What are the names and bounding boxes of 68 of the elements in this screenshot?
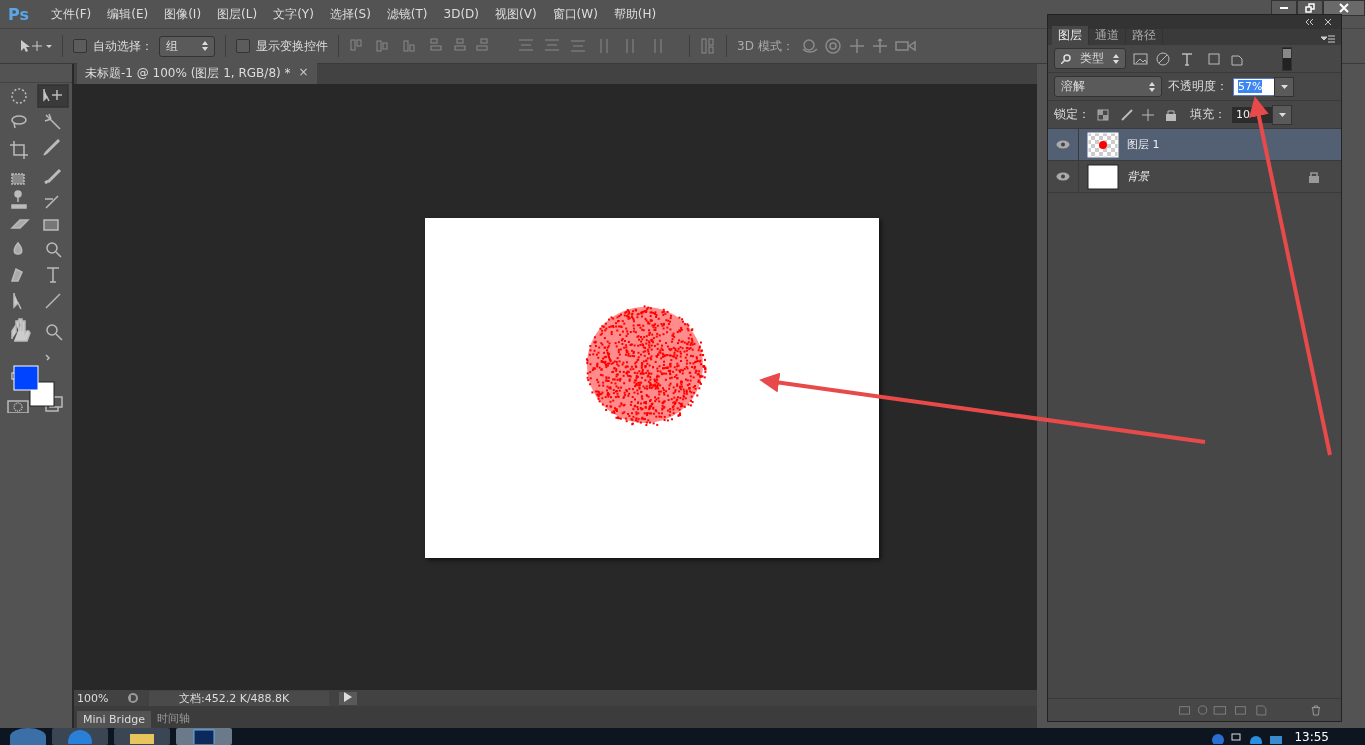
- layer-row[interactable]: 背景: [1048, 161, 1341, 193]
- mode-3d-label: 3D 模式：: [737, 37, 794, 55]
- layer-thumbnail: [1087, 163, 1119, 190]
- globe-icon: [65, 728, 95, 744]
- checkbox[interactable]: [73, 39, 87, 53]
- menu-item[interactable]: 文字(Y): [265, 5, 322, 23]
- app-logo: Ps: [7, 4, 30, 24]
- layer-thumbnail: [1087, 131, 1119, 158]
- minimize-icon: [1280, 7, 1288, 9]
- menu-item[interactable]: 视图(V): [487, 5, 545, 23]
- menu-item[interactable]: 图像(I): [156, 5, 210, 23]
- panel-tab[interactable]: 时间轴: [150, 709, 196, 728]
- up-down-arrows-icon: [1149, 81, 1155, 92]
- status-icon[interactable]: [127, 692, 139, 704]
- blend-mode-dropdown[interactable]: 溶解: [1054, 76, 1162, 97]
- menu-item[interactable]: 图层(L): [209, 5, 266, 23]
- panel-tab[interactable]: 路径: [1126, 26, 1163, 45]
- status-menu-button[interactable]: [339, 691, 357, 705]
- panel-tab[interactable]: Mini Bridge: [77, 711, 151, 728]
- menu-item[interactable]: 帮助(H): [605, 5, 665, 23]
- dropdown-button[interactable]: [1272, 104, 1292, 125]
- color-swatches-drawing[interactable]: [13, 365, 55, 407]
- target-dropdown[interactable]: 组: [159, 35, 215, 57]
- close-icon: [1339, 3, 1349, 13]
- up-down-arrows-icon: [1113, 53, 1119, 64]
- close-tab-button[interactable]: ×: [298, 65, 309, 82]
- play-icon: [344, 691, 352, 702]
- menu-item[interactable]: 文件(F): [42, 5, 100, 23]
- menu-item[interactable]: 滤镜(T): [378, 5, 436, 23]
- caret-icon: [1278, 112, 1286, 117]
- layer-row[interactable]: 图层 1: [1048, 129, 1341, 161]
- start-button[interactable]: [10, 728, 46, 745]
- taskbar-app-button[interactable]: [114, 728, 170, 745]
- fill-label: 填充：: [1190, 106, 1226, 123]
- opacity-label: 不透明度：: [1168, 78, 1228, 95]
- checkbox[interactable]: [236, 39, 250, 53]
- dropdown-button[interactable]: [1274, 76, 1294, 97]
- eye-icon[interactable]: [1056, 172, 1070, 181]
- close-button[interactable]: [1323, 0, 1365, 16]
- opacity-field[interactable]: 57%: [1234, 78, 1274, 95]
- panel-tab[interactable]: 图层: [1052, 26, 1089, 45]
- layer-name: 背景: [1127, 169, 1149, 184]
- menu-item[interactable]: 选择(S): [321, 5, 379, 23]
- document-canvas[interactable]: [425, 218, 879, 558]
- document-info: 文档:452.2 K/488.8K: [149, 690, 329, 706]
- filter-dropdown[interactable]: 类型: [1054, 48, 1126, 69]
- taskbar-app-button[interactable]: [176, 728, 232, 745]
- document-tab[interactable]: 未标题-1 @ 100% (图层 1, RGB/8) * ×: [77, 63, 317, 84]
- zoom-level[interactable]: 100%: [77, 691, 117, 705]
- layer-name: 图层 1: [1127, 137, 1160, 152]
- caret-icon: [1280, 84, 1288, 89]
- taskbar-app-button[interactable]: [52, 728, 108, 745]
- move-tool-icon[interactable]: [18, 38, 52, 54]
- up-down-arrows-icon: [202, 41, 208, 51]
- checkbox-label: 自动选择：: [93, 37, 153, 55]
- trash-icon[interactable]: [1311, 703, 1321, 717]
- panel-tab[interactable]: 通道: [1089, 26, 1126, 45]
- checkbox-label: 显示变换控件: [256, 37, 328, 55]
- clock: 13:55: [1294, 729, 1330, 744]
- eye-icon[interactable]: [1056, 140, 1070, 149]
- filter-toggle[interactable]: [1282, 46, 1292, 71]
- menu-item[interactable]: 3D(D): [435, 7, 488, 21]
- lock-label: 锁定：: [1054, 106, 1090, 123]
- menu-item[interactable]: 编辑(E): [99, 5, 157, 23]
- search-icon: [1061, 53, 1071, 64]
- restore-icon: [1305, 3, 1315, 13]
- menu-icon[interactable]: [1321, 35, 1335, 45]
- menu-item[interactable]: 窗口(W): [544, 5, 606, 23]
